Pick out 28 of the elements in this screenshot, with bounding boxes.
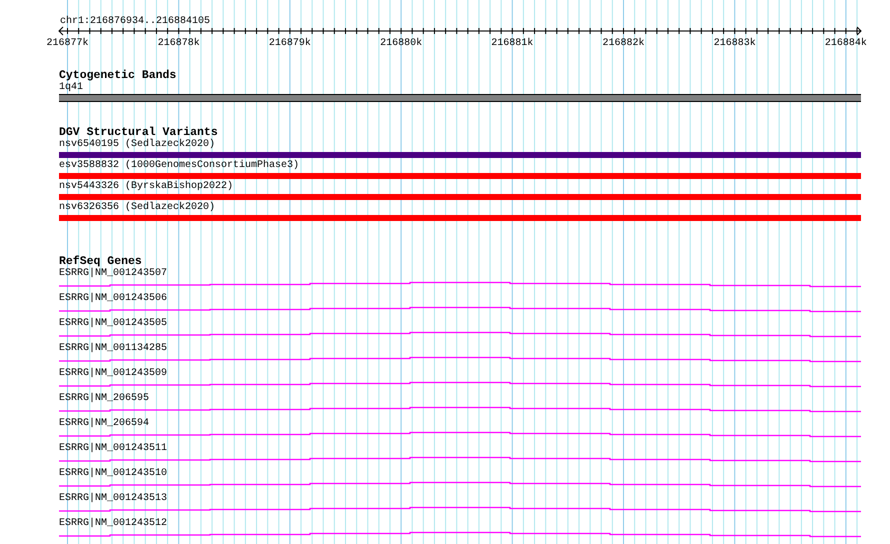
track-title: DGV Structural Variants — [59, 126, 218, 139]
gene-label: ESRRG|NM_206595 — [59, 393, 150, 404]
location-label: chr1:216876934..216884105 — [60, 16, 210, 27]
tick-label: 216877k — [46, 38, 88, 48]
gene-label: ESRRG|NM_001243511 — [59, 443, 168, 454]
gene-label: ESRRG|NM_001243510 — [59, 468, 168, 479]
variant-label: nsv6540195 (Sedlazeck2020) — [59, 139, 216, 150]
gene-label: ESRRG|NM_001243506 — [59, 293, 168, 304]
gene-label: ESRRG|NM_206594 — [59, 418, 150, 429]
band-label: 1q41 — [59, 82, 84, 93]
tick-label: 216882k — [602, 38, 644, 48]
tick-label: 216878k — [158, 38, 200, 48]
tick-label: 216883k — [714, 38, 756, 48]
gene-label: ESRRG|NM_001134285 — [59, 343, 168, 354]
gene-label: ESRRG|NM_001243505 — [59, 318, 168, 329]
gene-label: ESRRG|NM_001243507 — [59, 268, 168, 279]
gene-label: ESRRG|NM_001243512 — [59, 518, 168, 529]
tick-label: 216879k — [268, 38, 311, 48]
tick-label: 216880k — [380, 38, 422, 48]
track-title: Cytogenetic Bands — [59, 69, 176, 82]
variant-label: esv3588832 (1000GenomesConsortiumPhase3) — [59, 160, 300, 171]
track-title: RefSeq Genes — [59, 255, 142, 268]
gene-label: ESRRG|NM_001243509 — [59, 368, 168, 379]
gene-label: ESRRG|NM_001243513 — [59, 493, 168, 504]
variant-label: nsv5443326 (ByrskaBishop2022) — [59, 181, 234, 192]
variant-label: nsv6326356 (Sedlazeck2020) — [59, 202, 216, 213]
tick-label: 216881k — [491, 38, 534, 48]
tick-label: 216884k — [824, 38, 867, 48]
